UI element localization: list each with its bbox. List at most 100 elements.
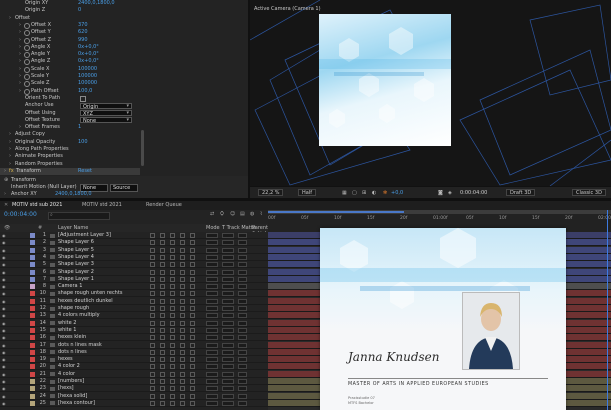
effect-row[interactable]: Anchor Use Origin bbox=[0, 102, 140, 110]
blend-mode-dropdown[interactable] bbox=[206, 247, 218, 253]
layer-switch[interactable] bbox=[180, 240, 185, 246]
effect-row[interactable]: › Offset Z 990 bbox=[0, 37, 140, 44]
chevron-right-icon[interactable]: › bbox=[9, 161, 11, 168]
layer-switch[interactable] bbox=[160, 262, 165, 268]
blend-mode-dropdown[interactable] bbox=[206, 276, 218, 282]
track-matte-dropdown[interactable] bbox=[222, 349, 234, 355]
stopwatch-icon[interactable] bbox=[24, 52, 30, 59]
layer-switch[interactable] bbox=[190, 320, 195, 326]
chevron-right-icon[interactable]: › bbox=[19, 73, 21, 80]
track-matte-dropdown[interactable] bbox=[222, 247, 234, 253]
chevron-right-icon[interactable]: › bbox=[9, 131, 11, 138]
blend-mode-dropdown[interactable] bbox=[206, 364, 218, 370]
layer-name[interactable]: [numbers] bbox=[58, 378, 84, 385]
frame-blending-icon[interactable]: ▤ bbox=[240, 211, 245, 217]
layer-switch[interactable] bbox=[180, 269, 185, 275]
eye-icon[interactable]: ◉ bbox=[2, 305, 6, 312]
blend-mode-dropdown[interactable] bbox=[206, 386, 218, 392]
layer-switch[interactable] bbox=[190, 269, 195, 275]
chevron-right-icon[interactable]: › bbox=[9, 146, 11, 153]
parent-dropdown[interactable] bbox=[238, 240, 247, 246]
layer-switch[interactable] bbox=[150, 298, 155, 304]
layer-name-header[interactable]: Layer Name bbox=[58, 225, 88, 231]
layer-switch[interactable] bbox=[150, 254, 155, 260]
parent-dropdown[interactable] bbox=[238, 379, 247, 384]
track-matte-dropdown[interactable] bbox=[222, 254, 234, 260]
layer-name[interactable]: dots n lines mask bbox=[58, 342, 102, 349]
eye-icon[interactable]: ◉ bbox=[2, 298, 6, 305]
layer-switch[interactable] bbox=[160, 247, 165, 253]
effect-row-checkbox[interactable] bbox=[80, 95, 86, 102]
layer-row[interactable]: ◉ 20 4 color 2 bbox=[0, 363, 268, 371]
layer-search-input[interactable]: ⌕ bbox=[48, 212, 110, 220]
effect-row-value[interactable]: 100000 bbox=[78, 80, 97, 87]
layer-switch[interactable] bbox=[180, 276, 185, 282]
effects-scrollbar[interactable] bbox=[141, 130, 144, 166]
anchor-xy-value[interactable]: 2400,0,1800,0 bbox=[55, 191, 92, 197]
exposure-value[interactable]: +0,0 bbox=[391, 189, 403, 197]
track-matte-dropdown[interactable] bbox=[222, 364, 234, 370]
stopwatch-icon[interactable] bbox=[24, 59, 30, 66]
eye-icon[interactable]: ◉ bbox=[2, 378, 6, 385]
layer-row[interactable]: ◉ 15 white 1 bbox=[0, 327, 268, 334]
parent-dropdown[interactable] bbox=[238, 276, 247, 282]
layer-switch[interactable] bbox=[160, 400, 165, 406]
channel-icon[interactable]: ◐ bbox=[372, 189, 376, 197]
composition-viewer[interactable]: Active Camera (Camera 1) bbox=[250, 0, 611, 186]
parent-dropdown[interactable] bbox=[238, 254, 247, 260]
layer-switch[interactable] bbox=[190, 349, 195, 355]
layer-switch[interactable] bbox=[160, 357, 165, 363]
layer-row[interactable]: ◉ 23 [hexs] bbox=[0, 385, 268, 393]
layer-row[interactable]: ◉ 21 4 color bbox=[0, 371, 268, 378]
eye-icon[interactable]: ◉ bbox=[2, 363, 6, 370]
layer-switch[interactable] bbox=[150, 247, 155, 253]
layer-switch[interactable] bbox=[170, 342, 175, 348]
layer-row[interactable]: ◉ 17 dots n lines mask bbox=[0, 342, 268, 349]
eye-icon[interactable]: ◉ bbox=[2, 371, 6, 378]
layer-switch[interactable] bbox=[160, 276, 165, 282]
effect-row-value[interactable]: 620 bbox=[78, 29, 88, 36]
layer-switch[interactable] bbox=[150, 291, 155, 297]
parent-dropdown[interactable] bbox=[238, 320, 247, 326]
track-matte-dropdown[interactable] bbox=[222, 342, 234, 348]
blend-mode-dropdown[interactable] bbox=[206, 291, 218, 297]
layer-switch[interactable] bbox=[190, 313, 195, 319]
stopwatch-icon[interactable] bbox=[24, 81, 30, 88]
layer-name[interactable]: 4 colors multiply bbox=[58, 312, 100, 319]
track-matte-dropdown[interactable] bbox=[222, 386, 234, 392]
label-color-swatch[interactable] bbox=[30, 254, 35, 260]
eye-icon[interactable]: ◉ bbox=[2, 327, 6, 334]
label-color-swatch[interactable] bbox=[30, 320, 35, 326]
layer-row[interactable]: ◉ 22 [numbers] bbox=[0, 378, 268, 385]
layer-name[interactable]: 4 color 2 bbox=[58, 363, 80, 370]
layer-switch[interactable] bbox=[170, 254, 175, 260]
chevron-right-icon[interactable]: › bbox=[19, 37, 21, 44]
blend-mode-dropdown[interactable] bbox=[206, 306, 218, 311]
label-color-swatch[interactable] bbox=[30, 400, 35, 406]
track-matte-dropdown[interactable] bbox=[222, 379, 234, 384]
layer-switch[interactable] bbox=[150, 386, 155, 392]
effect-row[interactable]: Offset Using XYZ bbox=[0, 110, 140, 117]
parent-dropdown[interactable] bbox=[238, 393, 247, 399]
chevron-right-icon[interactable]: › bbox=[9, 139, 11, 146]
parent-dropdown[interactable] bbox=[238, 284, 247, 290]
comp-mini-flowchart-icon[interactable]: ⇄ bbox=[210, 211, 214, 217]
effect-row[interactable]: › Offset X 370 bbox=[0, 22, 140, 29]
layer-switch[interactable] bbox=[160, 327, 165, 333]
layer-switch[interactable] bbox=[170, 400, 175, 406]
chevron-right-icon[interactable]: › bbox=[4, 168, 6, 175]
mode-header[interactable]: Mode bbox=[206, 225, 220, 231]
eye-icon[interactable]: ◉ bbox=[2, 312, 6, 319]
label-color-swatch[interactable] bbox=[30, 291, 35, 297]
grid-icon[interactable]: ⊞ bbox=[362, 189, 366, 197]
stopwatch-icon[interactable] bbox=[24, 88, 30, 95]
layer-switch[interactable] bbox=[190, 357, 195, 363]
renderer-button[interactable]: Draft 3D bbox=[506, 189, 536, 196]
effect-row-value[interactable]: 0x+0,0° bbox=[78, 44, 99, 51]
layer-switch[interactable] bbox=[190, 291, 195, 297]
effect-row[interactable]: › Adjust Copy bbox=[0, 131, 140, 138]
layer-switch[interactable] bbox=[160, 386, 165, 392]
layer-switch[interactable] bbox=[180, 400, 185, 406]
layer-switch[interactable] bbox=[170, 335, 175, 341]
eye-icon[interactable]: ◉ bbox=[2, 342, 6, 349]
